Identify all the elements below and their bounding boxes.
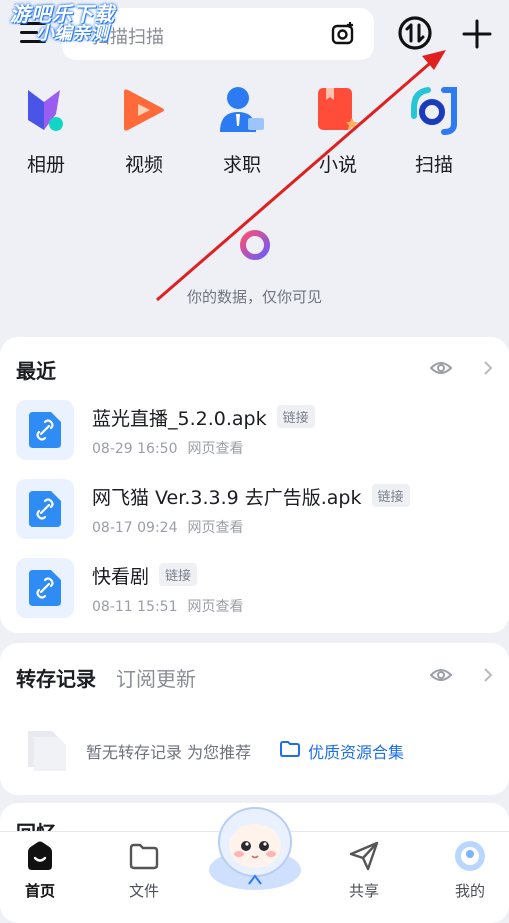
app-album-label: 相册 [26, 154, 65, 176]
eye-icon[interactable] [430, 667, 452, 683]
file-name: 快看剧 [92, 566, 150, 588]
album-icon [28, 90, 63, 131]
link-file-icon [16, 479, 74, 539]
recent-title: 最近 [16, 359, 56, 383]
folder-icon [129, 843, 159, 870]
tab-transfer-records[interactable]: 转存记录 [16, 667, 96, 691]
recent-card: 最近 蓝光直播_5.2.0.apk 链接 08-29 16:50 网页查看 网飞猫 … [0, 337, 509, 633]
nav-share-label: 共享 [348, 882, 379, 900]
nav-profile[interactable]: 我的 [440, 840, 500, 901]
file-name: 蓝光直播_5.2.0.apk [92, 408, 267, 430]
file-date: 08-11 15:51 [92, 599, 178, 615]
link-file-icon [16, 558, 74, 618]
link-tag: 链接 [159, 563, 198, 586]
nav-share[interactable]: 共享 [334, 840, 394, 901]
app-shortcuts: 相册 视频 求职 小说 扫描 [0, 84, 509, 184]
link-file-icon [16, 400, 74, 460]
app-scan-label: 扫描 [414, 154, 453, 176]
share-plane-icon [349, 841, 379, 871]
folder-icon [280, 741, 300, 757]
plus-icon[interactable] [460, 17, 494, 51]
video-play-icon [124, 89, 164, 131]
tab-subscribe-updates[interactable]: 订阅更新 [116, 667, 196, 691]
camera-scan-icon[interactable] [330, 21, 356, 47]
app-album[interactable]: 相册 [6, 84, 86, 177]
chevron-right-icon[interactable] [482, 667, 494, 683]
file-source: 网页查看 [187, 441, 244, 457]
file-date: 08-29 16:50 [92, 441, 178, 457]
file-source: 网页查看 [187, 599, 244, 615]
recommend-link[interactable]: 优质资源合集 [308, 739, 404, 763]
file-date: 08-17 09:24 [92, 520, 178, 536]
app-video[interactable]: 视频 [104, 84, 184, 177]
link-tag: 链接 [371, 484, 410, 507]
empty-document-icon [28, 731, 66, 771]
eye-icon[interactable] [430, 360, 452, 376]
profile-avatar-icon [455, 841, 485, 871]
home-icon [28, 841, 52, 870]
file-source: 网页查看 [187, 520, 244, 536]
list-item[interactable]: 网飞猫 Ver.3.3.9 去广告版.apk 链接 08-17 09:24 网页查看 [16, 479, 496, 541]
nav-home[interactable]: 首页 [10, 840, 70, 901]
nav-files-label: 文件 [128, 882, 159, 900]
novel-book-icon [318, 88, 358, 130]
app-scan[interactable]: 扫描 [394, 84, 474, 177]
list-item[interactable]: 蓝光直播_5.2.0.apk 链接 08-29 16:50 网页查看 [16, 400, 496, 462]
list-item[interactable]: 快看剧 链接 08-11 15:51 网页查看 [16, 558, 496, 620]
file-name: 网飞猫 Ver.3.3.9 去广告版.apk [92, 487, 362, 509]
app-job[interactable]: 求职 [202, 84, 282, 177]
watermark: 游吧乐下载 小编亲测 [10, 4, 115, 43]
nav-files[interactable]: 文件 [114, 840, 174, 901]
mascot-center-button[interactable] [202, 800, 308, 894]
transfer-card: 转存记录 订阅更新 暂无转存记录 为您推荐 优质资源合集 [0, 643, 509, 795]
app-novel[interactable]: 小说 [298, 84, 378, 177]
nav-profile-label: 我的 [454, 882, 485, 900]
link-tag: 链接 [276, 405, 315, 428]
empty-text: 暂无转存记录 为您推荐 [86, 743, 252, 762]
job-person-icon [220, 87, 264, 132]
app-video-label: 视频 [124, 154, 163, 176]
watermark-line1: 游吧乐下载 [10, 2, 115, 26]
transfer-sync-icon[interactable] [397, 15, 433, 51]
app-job-label: 求职 [222, 154, 261, 176]
privacy-text: 你的数据，仅你可见 [186, 288, 322, 306]
privacy-ring-icon [239, 230, 270, 260]
app-novel-label: 小说 [318, 154, 357, 176]
nav-home-label: 首页 [24, 882, 55, 900]
watermark-line2: 小编亲测 [36, 23, 108, 44]
chevron-right-icon[interactable] [482, 360, 494, 376]
scan-icon [411, 87, 457, 135]
privacy-notice: 你的数据，仅你可见 [0, 228, 509, 307]
transfer-empty-state: 暂无转存记录 为您推荐 优质资源合集 [26, 727, 496, 775]
